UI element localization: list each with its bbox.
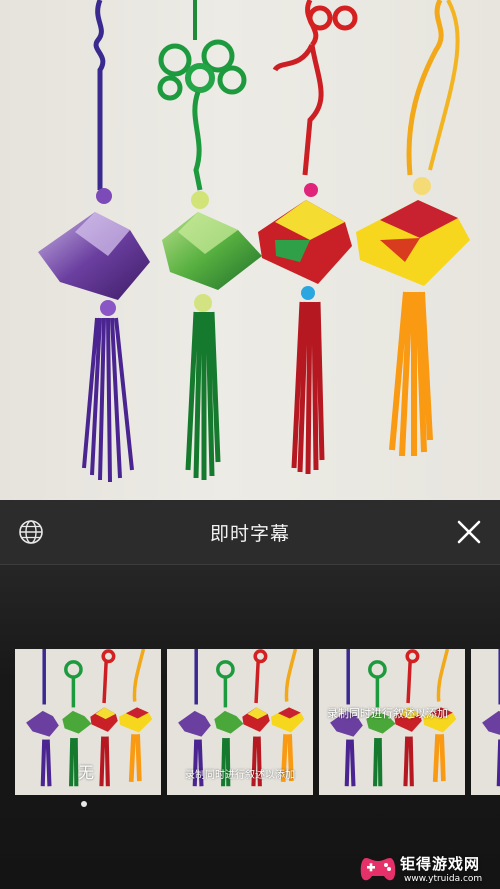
caption-preview-text: 录制同时进行叙述以添加 <box>185 770 295 781</box>
thumbnail-image <box>471 649 500 795</box>
page-title: 即时字幕 <box>209 523 290 545</box>
gamepad-logo-icon <box>360 858 396 881</box>
caption-style-option-bottom[interactable]: 录制同时进行叙述以添加 <box>167 649 313 795</box>
watermark-name: 钜得游戏网 <box>400 855 481 873</box>
photo-preview <box>0 0 500 500</box>
caption-style-option-none[interactable]: 无 <box>15 649 161 795</box>
page-indicator-dot <box>81 801 87 807</box>
caption-style-option-top[interactable]: 录制同时进行叙述以添加 <box>319 649 465 795</box>
caption-preview-text: 无 <box>78 763 95 782</box>
close-icon[interactable] <box>455 518 483 546</box>
watermark-url: www.ytruida.com <box>404 874 483 884</box>
tassel-ornaments-image <box>38 0 470 483</box>
watermark: 钜得游戏网 www.ytruida.com <box>360 852 498 886</box>
caption-style-carousel[interactable]: 无 录制同时进行叙述以添加 录制同时进行叙述以添加 <box>0 649 500 795</box>
caption-style-option-next[interactable] <box>471 649 500 795</box>
caption-preview-text: 录制同时进行叙述以添加 <box>327 707 448 720</box>
caption-style-header: 即时字幕 <box>0 500 500 565</box>
